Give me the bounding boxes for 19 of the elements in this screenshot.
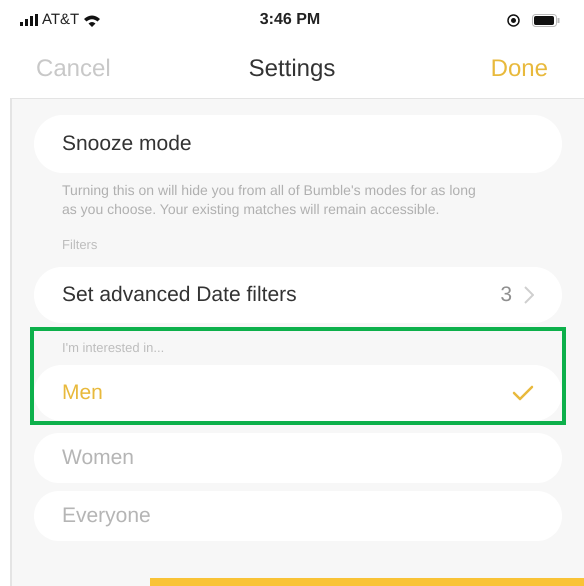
advanced-filters-row[interactable]: Set advanced Date filters 3 — [34, 266, 562, 322]
filter-count: 3 — [500, 282, 512, 308]
checkmark-icon — [512, 384, 534, 400]
wifi-icon — [83, 14, 102, 26]
option-row[interactable]: Everyone — [34, 490, 562, 540]
option-row[interactable]: Women — [34, 432, 562, 482]
interest-header: I'm interested in... — [61, 338, 166, 357]
signal-icon — [20, 14, 38, 26]
option-row[interactable]: Men — [34, 364, 562, 420]
snooze-mode-row[interactable]: Snooze mode — [34, 115, 562, 173]
battery-icon — [532, 14, 560, 26]
chevron-right-icon — [524, 286, 534, 304]
snooze-description: Turning this on will hide you from all of Bumble's modes for as long as you choose. Your existing matches will remain accessible. — [61, 181, 477, 219]
done-button[interactable]: Done — [448, 51, 548, 87]
rotation-lock-icon — [507, 14, 520, 26]
filters-header: Filters — [61, 236, 98, 254]
clock-time: 3:46 PM — [260, 10, 320, 30]
screen-title: Settings — [248, 54, 336, 84]
carrier-name: AT&T — [42, 10, 80, 30]
